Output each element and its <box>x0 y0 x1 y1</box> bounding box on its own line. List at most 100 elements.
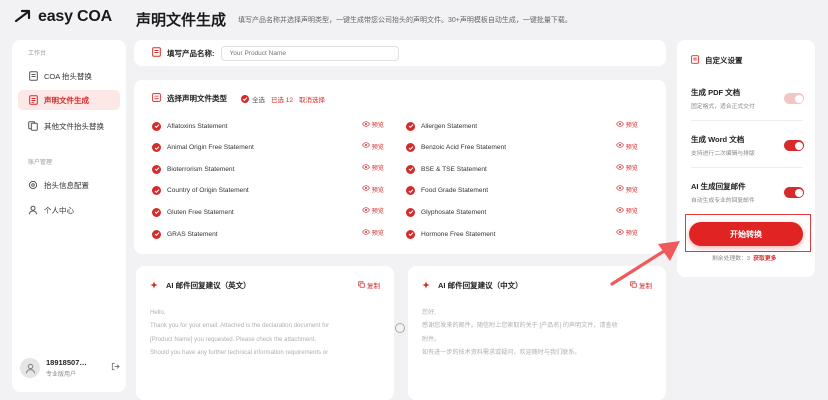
word-toggle[interactable] <box>784 140 804 151</box>
start-conversion-button[interactable]: 开始转换 <box>689 222 803 246</box>
setting-row-word: 生成 Word 文档 支持进行二次编辑与排版 <box>691 134 804 157</box>
statement-item[interactable]: BSE & TSE Statement 预览 <box>406 162 638 176</box>
preview-label: 预览 <box>371 143 384 151</box>
sidebar-item-coa-replace[interactable]: COA 抬头替换 <box>18 66 120 86</box>
preview-label: 预览 <box>625 208 638 216</box>
statement-label: Allergen Statement <box>421 122 478 130</box>
product-name-input[interactable] <box>220 45 399 61</box>
statement-item[interactable]: Benzoic Acid Free Statement 预览 <box>406 141 638 155</box>
statement-item[interactable]: Glyphosate Statement 预览 <box>406 205 638 219</box>
reply-line: 附件。 <box>422 335 441 343</box>
checked-icon <box>406 186 415 196</box>
user-avatar-icon <box>25 363 35 373</box>
sidebar-item-label: COA 抬头替换 <box>44 71 92 81</box>
product-name-label: 填写产品名称: <box>167 48 215 58</box>
eye-icon <box>361 120 370 129</box>
statement-item[interactable]: Bioterrorism Statement 预览 <box>152 162 384 176</box>
divider <box>691 167 803 168</box>
preview-button[interactable]: 预览 <box>361 206 384 215</box>
statement-label: Food Grade Statement <box>421 187 489 195</box>
declaration-icon <box>28 95 38 105</box>
reply-line: 您好, <box>422 309 436 316</box>
sidebar-item-declaration[interactable]: 声明文件生成 <box>18 90 120 110</box>
setting-row-ai-email: AI 生成回复邮件 自动生成专业的回复邮件 <box>691 181 804 204</box>
statement-item[interactable]: GRAS Statement 预览 <box>152 227 384 241</box>
eye-icon <box>361 142 370 150</box>
preview-button[interactable]: 预览 <box>361 142 384 151</box>
preview-button[interactable]: 预览 <box>615 206 638 216</box>
sidebar-item-profile[interactable]: 个人中心 <box>18 200 120 220</box>
copy-en-button[interactable]: 复制 <box>358 280 380 290</box>
setting-row-pdf: 生成 PDF 文档 固定格式，适合正式交付 <box>691 87 804 110</box>
logo-arrow-icon <box>14 9 34 25</box>
file-replace-icon <box>28 121 38 131</box>
eye-icon <box>361 228 370 237</box>
logout-icon[interactable] <box>111 362 120 373</box>
product-name-card: 填写产品名称: <box>134 40 666 66</box>
settings-title: 自定义设置 <box>705 56 743 65</box>
preview-button[interactable]: 预览 <box>361 163 384 173</box>
statement-label: Bioterrorism Statement <box>167 165 235 173</box>
statement-label: Gluten Free Statement <box>167 208 234 216</box>
reply-line: Hello, <box>150 309 166 316</box>
document-icon <box>28 71 38 81</box>
statement-label: Hormone Free Statement <box>421 230 496 238</box>
eye-icon <box>361 185 370 193</box>
preview-label: 预览 <box>371 230 384 237</box>
select-all-toggle[interactable]: 全选 <box>241 94 265 104</box>
statement-item[interactable]: Food Grade Statement 预览 <box>406 184 638 198</box>
ai-email-toggle[interactable] <box>784 187 804 198</box>
checked-icon <box>406 164 415 174</box>
cancel-selection-link[interactable]: 取消选择 <box>299 94 325 104</box>
reply-line: [Product Name] you requested. Please che… <box>150 335 316 343</box>
statement-label: Country of Origin Statement <box>167 187 249 195</box>
preview-button[interactable]: 预览 <box>361 120 384 129</box>
preview-button[interactable]: 预览 <box>615 142 638 151</box>
logo[interactable]: easy COA <box>14 8 112 26</box>
types-list-icon <box>152 93 161 104</box>
preview-label: 预览 <box>625 165 638 173</box>
ai-reply-cn-body: 您好, 感谢您发来的邮件。随信附上您索取的关于 [产品名] 的声明文件，请查收 … <box>422 306 652 359</box>
get-more-link[interactable]: 获取更多 <box>753 256 776 262</box>
checked-icon <box>406 143 415 153</box>
pdf-toggle[interactable] <box>784 93 804 104</box>
ai-sparkle-icon <box>422 280 430 291</box>
settings-doc-icon <box>691 55 699 66</box>
sidebar-item-header-config[interactable]: 抬头信息配置 <box>18 175 120 195</box>
section-label-workbench: 工作台 <box>28 51 47 57</box>
statement-item[interactable]: Allergen Statement 预览 <box>406 119 638 133</box>
reply-line: Should you have any further technical in… <box>150 348 329 356</box>
preview-label: 预览 <box>625 122 638 129</box>
statement-label: Glyphosate Statement <box>421 208 487 216</box>
statement-item[interactable]: Gluten Free Statement 预览 <box>152 205 384 219</box>
eye-icon <box>615 207 624 215</box>
statement-item[interactable]: Aflatoxins Statement 预览 <box>152 119 384 133</box>
sidebar-item-label: 个人中心 <box>44 205 74 215</box>
checked-icon <box>406 229 415 239</box>
user-profile[interactable]: 18918507… 专业版用户 <box>20 354 120 382</box>
preview-button[interactable]: 预览 <box>361 185 384 194</box>
statement-item[interactable]: Country of Origin Statement 预览 <box>152 184 384 198</box>
preview-label: 预览 <box>625 143 638 151</box>
preview-label: 预览 <box>625 186 638 194</box>
user-role: 专业版用户 <box>46 372 77 378</box>
statement-item[interactable]: Animal Origin Free Statement 预览 <box>152 141 384 155</box>
sidebar-item-other-replace[interactable]: 其他文件抬头替换 <box>18 116 120 136</box>
sidebar-item-label: 抬头信息配置 <box>44 180 89 190</box>
copy-label: 复制 <box>367 283 380 290</box>
statement-label: BSE & TSE Statement <box>421 165 487 173</box>
statement-label: Benzoic Acid Free Statement <box>421 144 507 152</box>
loading-spinner-icon <box>395 323 405 333</box>
preview-button[interactable]: 预览 <box>615 120 638 129</box>
user-name: 18918507… <box>46 358 87 367</box>
preview-button[interactable]: 预览 <box>615 185 638 194</box>
page-title: 声明文件生成 <box>136 12 227 29</box>
types-title: 选择声明文件类型 <box>167 94 227 103</box>
preview-button[interactable]: 预览 <box>615 163 638 173</box>
preview-button[interactable]: 预览 <box>361 228 384 237</box>
top-bar: easy COA 声明文件生成 填写产品名称并选择声明类型，一键生成带您公司抬头… <box>0 0 828 36</box>
types-header: 选择声明文件类型 全选 已选 12 取消选择 <box>152 93 325 104</box>
preview-label: 预览 <box>371 165 384 173</box>
checked-icon <box>152 229 161 239</box>
reply-line: 感谢您发来的邮件。随信附上您索取的关于 [产品名] 的声明文件，请查收 <box>422 322 618 330</box>
